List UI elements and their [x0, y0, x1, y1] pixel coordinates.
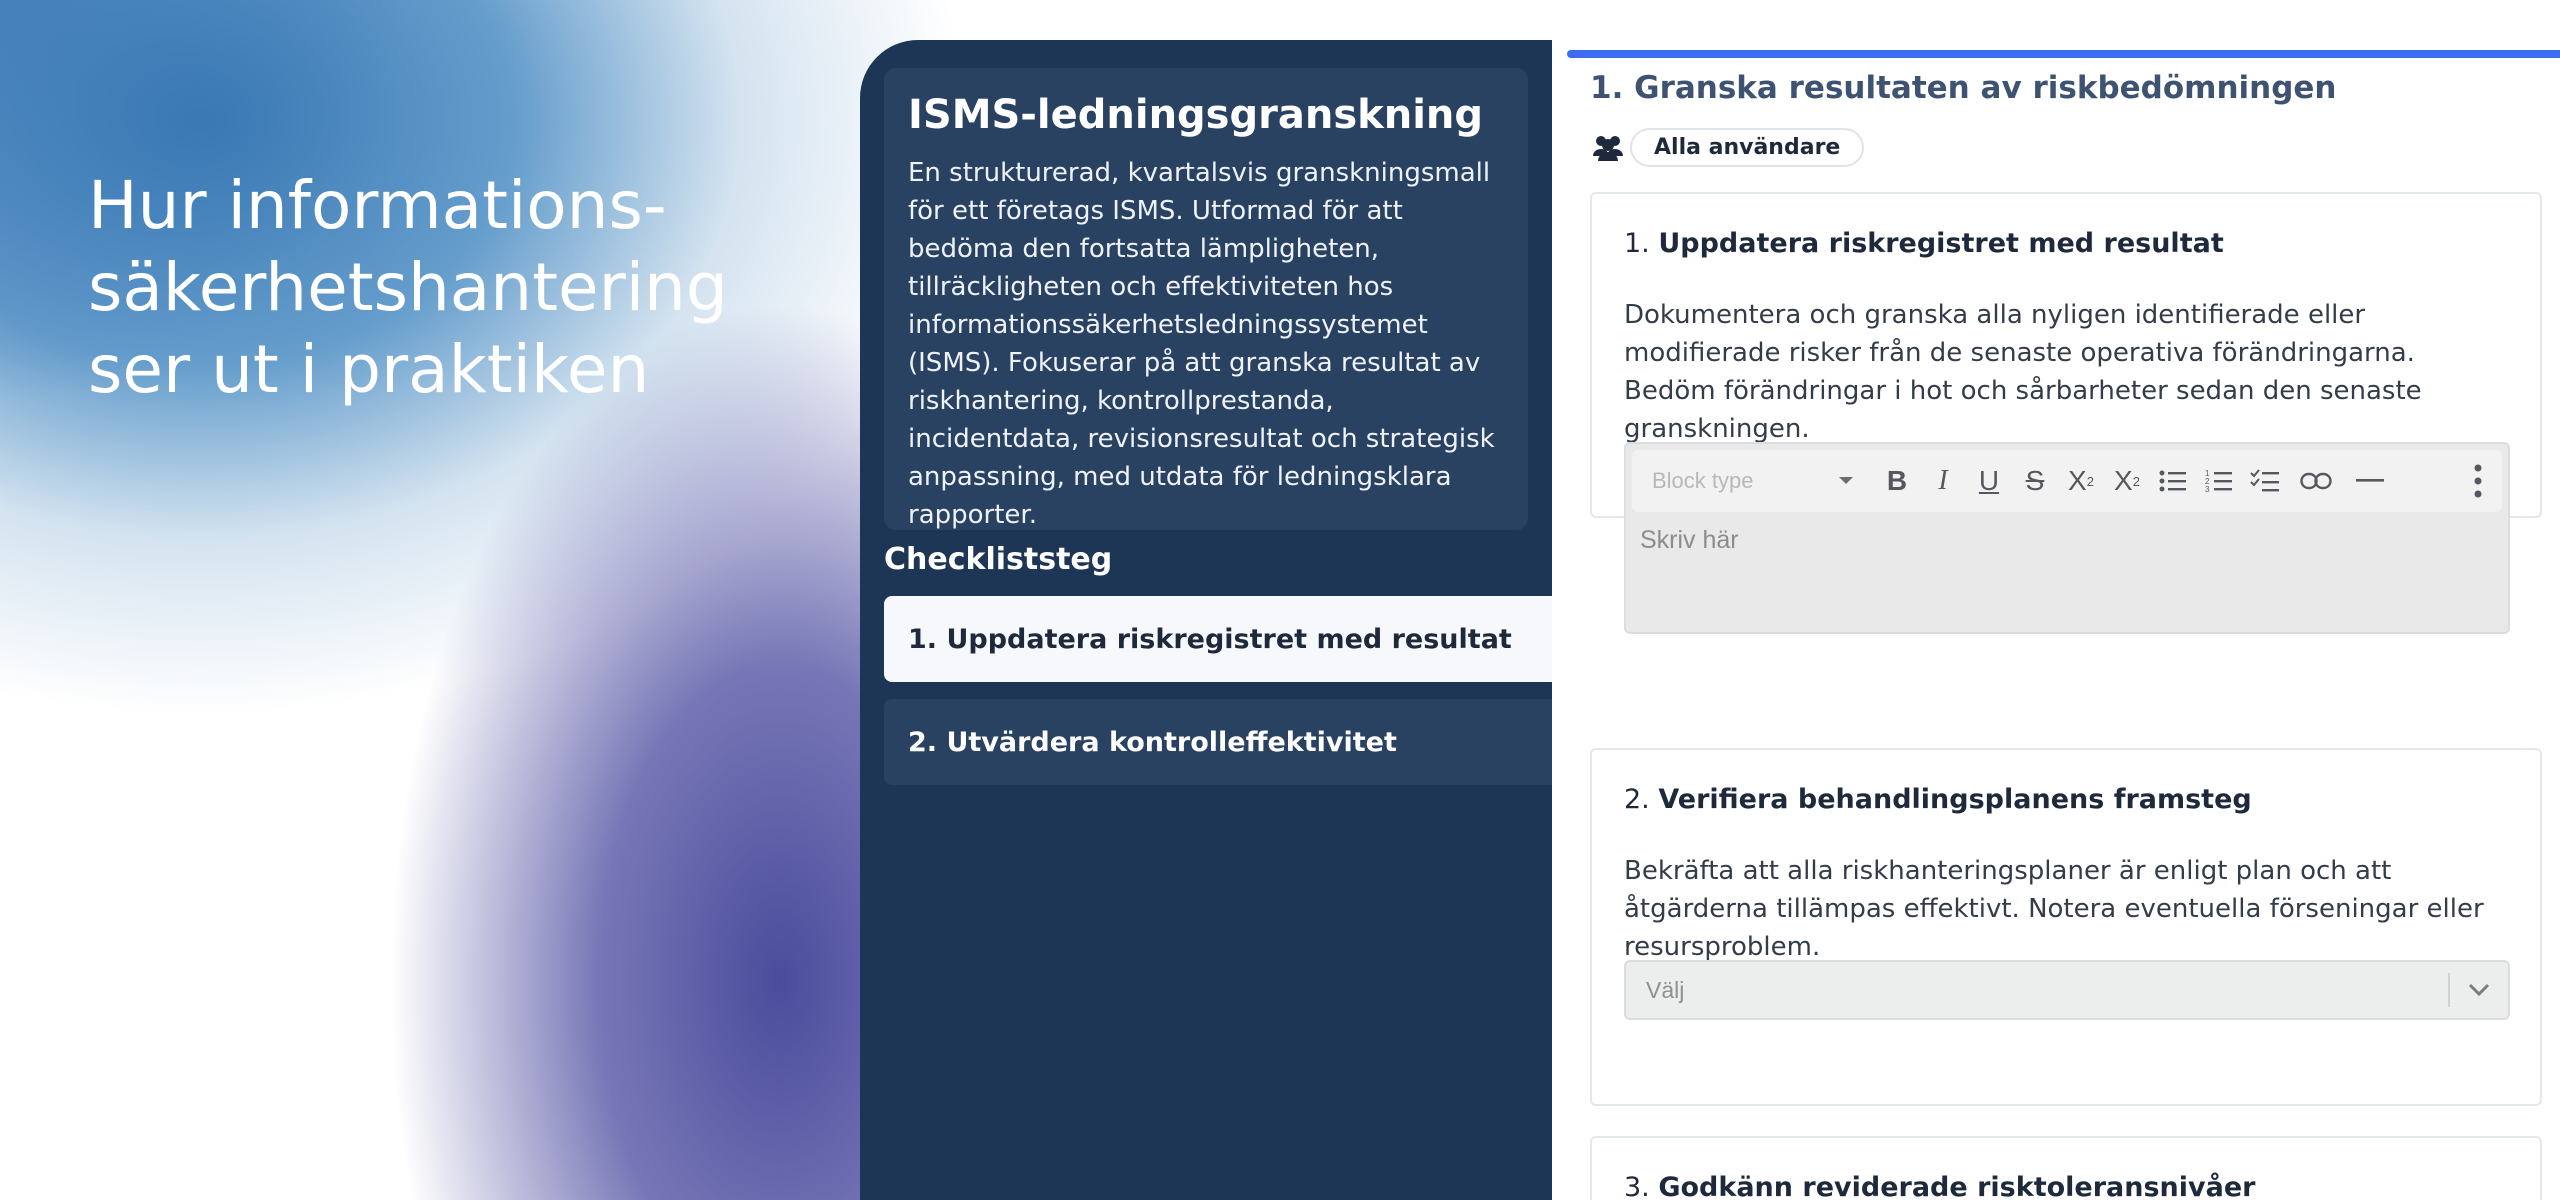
checklist-icon[interactable] — [2242, 450, 2288, 512]
horizontal-rule-icon[interactable] — [2344, 450, 2396, 512]
status-select[interactable]: Välj — [1624, 960, 2510, 1020]
task-title-text: Godkänn reviderade risktoleransnivåer — [1658, 1172, 2256, 1200]
task-number: 3. — [1624, 1172, 1659, 1200]
block-type-label: Block type — [1652, 468, 1754, 493]
strikethrough-button[interactable]: S — [2012, 450, 2058, 512]
svg-text:3: 3 — [2205, 485, 2210, 494]
task-title: 1. Uppdatera riskregistret med resultat — [1624, 228, 2224, 259]
steps-heading: Checkliststeg — [884, 542, 1113, 577]
template-title: ISMS-ledningsgranskning — [908, 92, 1484, 138]
link-icon[interactable] — [2288, 450, 2344, 512]
task-description: Dokumentera och granska alla nyligen ide… — [1624, 300, 2422, 444]
select-placeholder: Välj — [1646, 976, 1685, 1003]
step-item-1[interactable]: 1. Uppdatera riskregistret med resultat — [884, 596, 1560, 682]
task-description: Bekräfta att alla riskhanteringsplaner ä… — [1624, 856, 2484, 962]
more-options-icon[interactable] — [2454, 450, 2502, 512]
section-title: 1. Granska resultaten av riskbedömningen — [1590, 70, 2337, 106]
rich-text-editor[interactable]: Block type B I U S X2 X2 123 Skriv här — [1624, 442, 2510, 634]
hero-line: ser ut i praktiken — [88, 331, 650, 408]
subscript-button[interactable]: X2 — [2104, 450, 2150, 512]
hero-heading: Hur informations- säkerhetshantering ser… — [88, 165, 728, 411]
hero-line: säkerhetshantering — [88, 249, 728, 326]
template-info-card: ISMS-ledningsgranskning En strukturerad,… — [884, 68, 1528, 530]
bullet-list-icon[interactable] — [2150, 450, 2196, 512]
hero-line: Hur informations- — [88, 167, 667, 244]
progress-bar — [1567, 50, 2560, 58]
editor-toolbar: Block type B I U S X2 X2 123 — [1632, 450, 2502, 512]
task-number: 1. — [1624, 228, 1659, 259]
chevron-down-icon — [1839, 477, 1853, 484]
task-card-1: 1. Uppdatera riskregistret med resultat … — [1590, 192, 2542, 634]
numbered-list-icon[interactable]: 123 — [2196, 450, 2242, 512]
editor-placeholder: Skriv här — [1640, 526, 1739, 554]
task-title-text: Verifiera behandlingsplanens framsteg — [1658, 784, 2252, 815]
checklist-sidebar: ISMS-ledningsgranskning En strukturerad,… — [860, 40, 1560, 1200]
block-type-select[interactable]: Block type — [1632, 450, 1874, 512]
underline-button[interactable]: U — [1966, 450, 2012, 512]
task-card-2: 2. Verifiera behandlingsplanens framsteg… — [1590, 748, 2542, 1106]
superscript-button[interactable]: X2 — [2058, 450, 2104, 512]
task-card-3: 3. Godkänn reviderade risktoleransnivåer — [1590, 1136, 2542, 1200]
task-title-text: Uppdatera riskregistret med resultat — [1658, 228, 2224, 259]
template-description: En strukturerad, kvartalsvis gransknings… — [908, 158, 1495, 530]
users-icon — [1593, 135, 1623, 161]
chevron-down-icon[interactable] — [2450, 983, 2508, 997]
task-number: 2. — [1624, 784, 1659, 815]
italic-button[interactable]: I — [1920, 450, 1966, 512]
assignee-badge[interactable]: Alla användare — [1630, 128, 1865, 167]
assignee-row: Alla användare — [1590, 128, 1865, 167]
main-content: 1. Granska resultaten av riskbedömningen… — [1552, 40, 2560, 1200]
task-title: 2. Verifiera behandlingsplanens framsteg — [1624, 784, 2252, 815]
bold-button[interactable]: B — [1874, 450, 1920, 512]
task-title: 3. Godkänn reviderade risktoleransnivåer — [1624, 1172, 2255, 1200]
step-item-2[interactable]: 2. Utvärdera kontrolleffektivitet — [884, 699, 1560, 785]
